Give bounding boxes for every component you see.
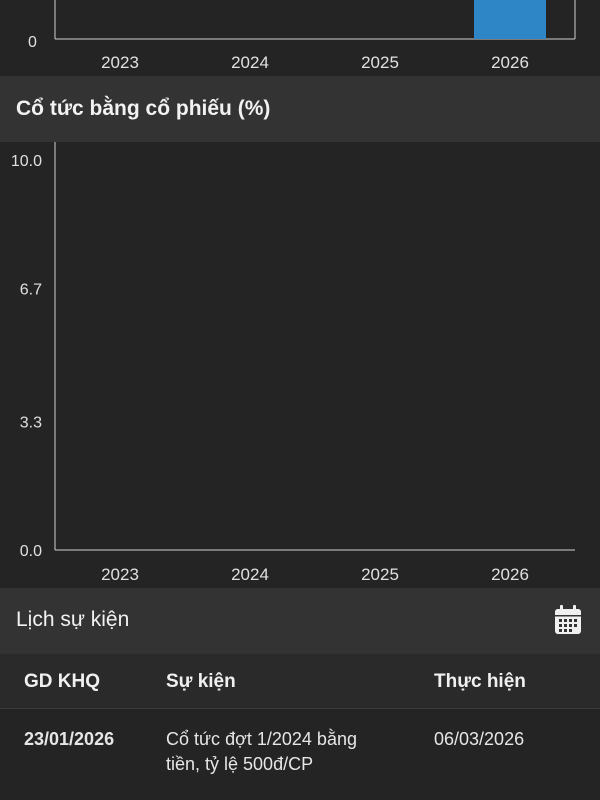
x-tick-label-2024: 2024 — [231, 565, 269, 584]
stock-dividend-header: Cổ tức bằng cổ phiếu (%) — [0, 76, 600, 142]
cash-dividend-chart-partial: 0 2023 2024 2025 2026 — [0, 0, 600, 76]
events-title: Lịch sự kiện — [16, 608, 130, 631]
events-table-header: GD KHQ Sự kiện Thực hiện — [0, 654, 600, 709]
y-tick-label-0.0: 0.0 — [20, 543, 42, 560]
table-row[interactable]: 23/01/2026 Cổ tức đợt 1/2024 bằng tiền, … — [0, 709, 600, 800]
screen: 0 2023 2024 2025 2026 Cổ tức bằng cổ phiếu … — [0, 0, 600, 800]
top-chart-svg: 0 2023 2024 2025 2026 — [28, 0, 576, 72]
top-x-tick-label-2023: 2023 — [101, 53, 139, 72]
top-y-tick-label: 0 — [28, 34, 37, 51]
column-header-ex-date: GD KHQ — [24, 671, 100, 692]
exec-date-cell: 06/03/2026 — [434, 729, 525, 749]
stock-dividend-chart: 0.0 3.3 6.7 10.0 2023 2024 2025 2026 — [0, 142, 600, 588]
section-title: Cổ tức bằng cổ phiếu (%) — [16, 97, 271, 120]
x-tick-label-2023: 2023 — [101, 565, 139, 584]
top-x-tick-label-2024: 2024 — [231, 53, 269, 72]
y-tick-label-6.7: 6.7 — [20, 282, 42, 299]
y-tick-label-3.3: 3.3 — [20, 414, 42, 431]
y-tick-label-10.0: 10.0 — [11, 153, 42, 170]
ex-date-cell: 23/01/2026 — [24, 729, 115, 749]
events-header: Lịch sự kiện — [0, 588, 600, 654]
column-header-exec-date: Thực hiện — [434, 671, 526, 692]
x-tick-label-2026: 2026 — [491, 565, 529, 584]
x-tick-label-2025: 2025 — [361, 565, 399, 584]
column-header-event: Sự kiện — [166, 671, 236, 692]
top-bar-2026[interactable] — [474, 0, 546, 39]
event-cell-line2: tiền, tỷ lệ 500đ/CP — [166, 754, 314, 774]
top-x-tick-label-2025: 2025 — [361, 53, 399, 72]
stock-dividend-chart-svg: 0.0 3.3 6.7 10.0 2023 2024 2025 2026 — [11, 142, 575, 584]
calendar-icon[interactable] — [554, 605, 582, 635]
event-cell-line1: Cổ tức đợt 1/2024 bằng — [166, 729, 357, 749]
top-x-tick-label-2026: 2026 — [491, 53, 529, 72]
